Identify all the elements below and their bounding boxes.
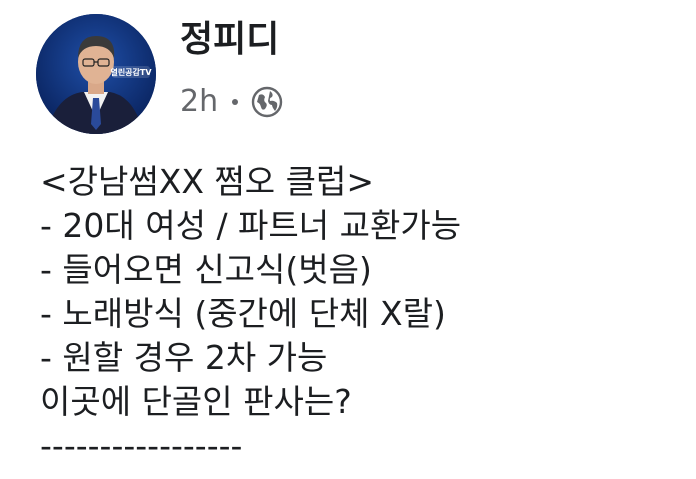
globe-icon[interactable] — [250, 85, 284, 119]
post-line: - 원할 경우 2차 가능 — [40, 338, 328, 377]
post-line: - 노래방식 (중간에 단체 X랄) — [40, 294, 446, 333]
post-line-title: <강남썸XX 쩜오 클럽> — [40, 162, 375, 201]
post-meta: 2h — [180, 82, 284, 122]
post-time[interactable]: 2h — [180, 87, 218, 117]
post-line: - 들어오면 신고식(벗음) — [40, 250, 372, 289]
avatar-badge-text: 열린공감TV — [110, 67, 152, 77]
facebook-post: 열린공감TV 정피디 2h <강남썸XX 쩜오 클럽> - 20대 여성 / 파… — [0, 0, 696, 479]
author-name[interactable]: 정피디 — [180, 22, 279, 58]
post-line-question: 이곳에 단골인 판사는? — [40, 382, 352, 421]
separator-dot — [232, 99, 239, 105]
profile-photo: 열린공감TV — [36, 14, 156, 134]
post-line: - 20대 여성 / 파트너 교환가능 — [40, 206, 462, 245]
post-line-divider: ----------------- — [40, 426, 243, 465]
post-body: <강남썸XX 쩜오 클럽> - 20대 여성 / 파트너 교환가능 - 들어오면… — [40, 160, 680, 468]
avatar[interactable]: 열린공감TV — [36, 14, 156, 134]
